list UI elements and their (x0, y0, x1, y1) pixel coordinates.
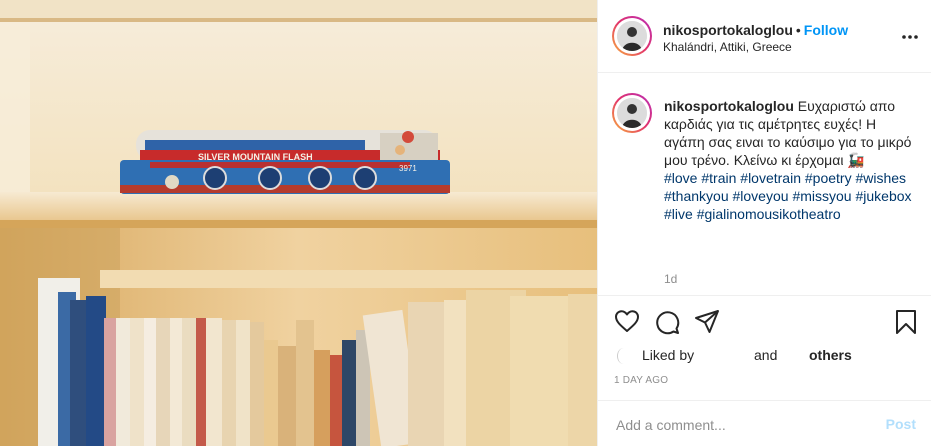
comment-input[interactable] (614, 413, 878, 437)
hashtag[interactable]: #missyou (792, 188, 851, 204)
post-side-panel: nikosportokaloglou • Follow Khalándri, Att… (597, 0, 931, 446)
toy-train: SILVER MOUNTAIN FLASH 3971 (120, 130, 450, 194)
hashtag[interactable]: #poetry (805, 170, 852, 186)
likes-others-link[interactable]: others (809, 347, 852, 363)
caption-section: nikosportokaloglou Ευχαριστώ απο καρδιάς… (598, 73, 931, 296)
hashtag[interactable]: #live (664, 206, 693, 222)
hashtag[interactable]: #gialinomousikotheatro (697, 206, 841, 222)
person-icon (617, 21, 647, 51)
follow-button[interactable]: Follow (804, 22, 848, 38)
header-separator: • (795, 22, 801, 38)
photo-illustration: SILVER MOUNTAIN FLASH 3971 (0, 0, 597, 446)
person-icon (617, 98, 647, 128)
comment-bar: Post (598, 400, 931, 446)
avatar-image (617, 98, 647, 128)
liked-by-label: Liked by (642, 347, 695, 363)
caption-age[interactable]: 1d (664, 272, 677, 286)
post-location[interactable]: Khalándri, Attiki, Greece (663, 40, 792, 54)
hashtag[interactable]: #love (664, 170, 697, 186)
train-emoji: 🚂 (847, 152, 865, 168)
header-name-row: nikosportokaloglou • Follow (663, 22, 848, 40)
liker-avatar[interactable] (617, 348, 630, 364)
post-comment-button[interactable]: Post (886, 416, 916, 432)
caption-text: nikosportokaloglou Ευχαριστώ απο καρδιάς… (664, 97, 914, 223)
avatar-image (617, 21, 647, 51)
post-photo[interactable]: SILVER MOUNTAIN FLASH 3971 (0, 0, 597, 446)
more-horizontal-icon[interactable] (902, 28, 918, 39)
train-number: 3971 (399, 164, 417, 173)
share-icon[interactable] (694, 309, 720, 340)
author-username[interactable]: nikosportokaloglou (663, 22, 793, 38)
hashtag[interactable]: #wishes (855, 170, 906, 186)
hashtag[interactable]: #train (701, 170, 736, 186)
hashtag[interactable]: #lovetrain (740, 170, 801, 186)
likes-and-label: and (754, 347, 778, 363)
heart-icon[interactable] (614, 309, 640, 338)
post-timestamp[interactable]: 1 DAY AGO (614, 375, 668, 386)
hashtag[interactable]: #loveyou (733, 188, 789, 204)
caption-username[interactable]: nikosportokaloglou (664, 98, 794, 114)
author-avatar[interactable] (612, 16, 652, 56)
hashtag[interactable]: #jukebox (855, 188, 911, 204)
bookmark-icon[interactable] (895, 309, 917, 340)
hashtag[interactable]: #thankyou (664, 188, 729, 204)
action-bar (598, 297, 931, 345)
likes-row: Liked by and others (614, 347, 914, 365)
caption-avatar[interactable] (612, 93, 652, 133)
comment-icon[interactable] (654, 309, 680, 340)
train-label: SILVER MOUNTAIN FLASH (198, 152, 313, 162)
post-header: nikosportokaloglou • Follow Khalándri, Att… (598, 0, 931, 73)
